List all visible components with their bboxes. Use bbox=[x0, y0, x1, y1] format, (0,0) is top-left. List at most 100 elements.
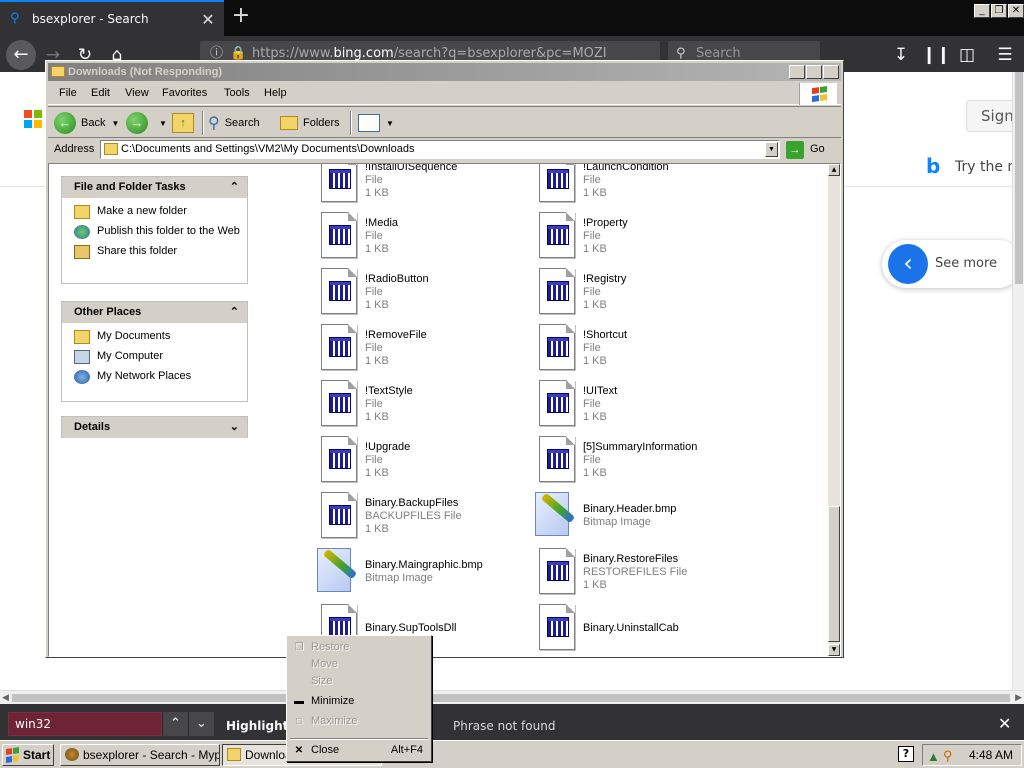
file-item[interactable]: Binary.BackupFiles BACKUPFILES File 1 KB bbox=[313, 490, 523, 540]
file-icon bbox=[539, 324, 575, 370]
scroll-right-icon[interactable]: ▶ bbox=[1015, 691, 1022, 705]
file-item[interactable]: !Media File 1 KB bbox=[313, 210, 523, 260]
file-item[interactable]: !Registry File 1 KB bbox=[531, 266, 741, 316]
maximize-button[interactable]: □ bbox=[806, 65, 822, 79]
menu-help[interactable]: Help bbox=[264, 87, 287, 99]
back-button[interactable]: ← Back ▼ bbox=[54, 111, 119, 135]
magnifier-icon: ⚲ bbox=[208, 115, 220, 132]
clock[interactable]: 4:48 AM bbox=[969, 748, 1013, 762]
panel-header[interactable]: Other Places ⌃ bbox=[62, 302, 247, 323]
file-item[interactable]: !Upgrade File 1 KB bbox=[313, 434, 523, 484]
file-item[interactable]: Binary.RestoreFiles RESTOREFILES File 1 … bbox=[531, 546, 741, 596]
downloads-icon[interactable]: ↧ bbox=[888, 42, 914, 68]
microsoft-logo[interactable] bbox=[24, 110, 42, 128]
see-more-button[interactable]: ‹ See more bbox=[882, 240, 1022, 288]
new-tab-button[interactable]: + bbox=[228, 4, 254, 30]
file-item[interactable]: Binary.Maingraphic.bmp Bitmap Image bbox=[313, 546, 523, 596]
find-previous-button[interactable]: ⌃ bbox=[162, 712, 188, 736]
panel-header[interactable]: File and Folder Tasks ⌃ bbox=[62, 177, 247, 198]
file-item[interactable]: [5]SummaryInformation File 1 KB bbox=[531, 434, 741, 484]
chevron-down-icon[interactable]: ▼ bbox=[159, 119, 167, 128]
file-item[interactable]: !InstallUISequence File 1 KB bbox=[313, 164, 523, 204]
address-input[interactable]: C:\Documents and Settings\VM2\My Documen… bbox=[100, 140, 780, 159]
file-type: File bbox=[365, 398, 383, 410]
scroll-thumb[interactable] bbox=[828, 506, 840, 642]
file-item[interactable]: Binary.Header.bmp Bitmap Image bbox=[531, 490, 741, 540]
menu-item-close[interactable]: ✕ Close Alt+F4 bbox=[289, 742, 429, 759]
file-item[interactable]: !TextStyle File 1 KB bbox=[313, 378, 523, 428]
minimize-button[interactable]: _ bbox=[974, 4, 990, 18]
close-tab-icon[interactable]: ✕ bbox=[198, 10, 218, 29]
scroll-thumb[interactable] bbox=[12, 694, 1010, 702]
file-size: 1 KB bbox=[583, 243, 607, 255]
file-item[interactable]: Binary.UninstallCab bbox=[531, 602, 741, 652]
file-size: 1 KB bbox=[365, 411, 389, 423]
menu-item-label: Minimize bbox=[311, 695, 355, 707]
sidebar-icon[interactable]: ◫ bbox=[954, 42, 980, 68]
task-publish-web[interactable]: Publish this folder to the Web bbox=[62, 225, 247, 239]
file-type: RESTOREFILES File bbox=[583, 566, 688, 578]
browser-app-icon bbox=[65, 748, 79, 761]
folders-button[interactable]: Folders bbox=[280, 111, 340, 135]
menu-favorites[interactable]: Favorites bbox=[162, 87, 207, 99]
chevron-down-icon[interactable]: ▼ bbox=[765, 142, 778, 157]
panel-header[interactable]: Details ⌄ bbox=[62, 417, 247, 438]
task-share-folder[interactable]: Share this folder bbox=[62, 245, 247, 259]
menu-file[interactable]: File bbox=[59, 87, 77, 99]
find-input[interactable]: win32 bbox=[8, 712, 162, 736]
close-find-bar-icon[interactable]: ✕ bbox=[998, 714, 1011, 733]
menu-tools[interactable]: Tools bbox=[224, 87, 250, 99]
help-icon[interactable]: ? bbox=[898, 746, 914, 762]
page-horizontal-scrollbar[interactable]: ◀ ▶ bbox=[0, 690, 1024, 704]
go-button[interactable]: → Go bbox=[786, 140, 825, 159]
task-make-new-folder[interactable]: Make a new folder bbox=[62, 205, 247, 219]
search-tray-icon[interactable]: ⚲ bbox=[943, 746, 953, 766]
library-icon[interactable]: ❙❙ bbox=[922, 42, 951, 68]
search-button[interactable]: ⚲ Search bbox=[208, 111, 260, 135]
browser-tab[interactable]: ⚲ bsexplorer - Search ✕ bbox=[0, 0, 224, 36]
collapse-chevron-icon[interactable]: ⌃ bbox=[230, 177, 239, 198]
menu-item-minimize[interactable]: ▬ Minimize bbox=[289, 693, 429, 710]
file-list-scrollbar[interactable]: ▲ ▼ bbox=[828, 164, 840, 656]
scroll-down-icon[interactable]: ▼ bbox=[828, 644, 840, 656]
up-folder-button[interactable]: ↑ bbox=[172, 111, 194, 135]
close-button[interactable]: ✕ bbox=[823, 65, 839, 79]
chevron-down-icon[interactable]: ▼ bbox=[111, 119, 119, 128]
file-item[interactable]: !RemoveFile File 1 KB bbox=[313, 322, 523, 372]
try-promo-text[interactable]: Try the n bbox=[955, 159, 1016, 175]
file-item[interactable]: !LaunchCondition File 1 KB bbox=[531, 164, 741, 204]
menu-view[interactable]: View bbox=[125, 87, 149, 99]
windows-flag-icon bbox=[812, 86, 828, 102]
minimize-button[interactable]: _ bbox=[789, 65, 805, 79]
menu-edit[interactable]: Edit bbox=[91, 87, 110, 99]
menu-icon[interactable]: ☰ bbox=[992, 42, 1018, 68]
chevron-down-icon[interactable]: ▼ bbox=[386, 119, 394, 128]
sign-in-button[interactable]: Sign bbox=[966, 100, 1016, 132]
network-icon[interactable]: ▲ bbox=[927, 747, 940, 767]
taskbar-item-browser[interactable]: bsexplorer - Search - Mypal bbox=[60, 744, 220, 766]
file-item[interactable]: !Shortcut File 1 KB bbox=[531, 322, 741, 372]
close-button[interactable]: ✕ bbox=[1008, 4, 1024, 18]
file-item[interactable]: !UIText File 1 KB bbox=[531, 378, 741, 428]
scroll-thumb[interactable] bbox=[1015, 72, 1023, 284]
place-my-network[interactable]: My Network Places bbox=[62, 370, 247, 384]
scroll-left-icon[interactable]: ◀ bbox=[2, 691, 9, 705]
restore-button[interactable]: ❐ bbox=[991, 4, 1007, 18]
expand-chevron-icon[interactable]: ⌄ bbox=[230, 417, 239, 438]
forward-button[interactable]: → ▼ bbox=[126, 111, 167, 135]
window-title-bar[interactable]: Downloads (Not Responding) _ □ ✕ bbox=[48, 63, 841, 81]
page-vertical-scrollbar[interactable] bbox=[1012, 72, 1024, 690]
file-item[interactable]: !RadioButton File 1 KB bbox=[313, 266, 523, 316]
place-label: My Computer bbox=[97, 350, 164, 362]
collapse-chevron-icon[interactable]: ⌃ bbox=[230, 302, 239, 323]
file-item[interactable]: !Property File 1 KB bbox=[531, 210, 741, 260]
menu-item-label: Size bbox=[311, 675, 333, 687]
find-next-button[interactable]: ⌄ bbox=[188, 712, 214, 736]
place-my-documents[interactable]: My Documents bbox=[62, 330, 247, 344]
views-button[interactable]: ▼ bbox=[358, 111, 394, 135]
place-my-computer[interactable]: My Computer bbox=[62, 350, 247, 364]
back-arrow-icon[interactable]: ← bbox=[6, 40, 36, 70]
folder-icon bbox=[51, 66, 65, 77]
scroll-up-icon[interactable]: ▲ bbox=[828, 164, 840, 176]
start-button[interactable]: Start bbox=[2, 744, 54, 766]
